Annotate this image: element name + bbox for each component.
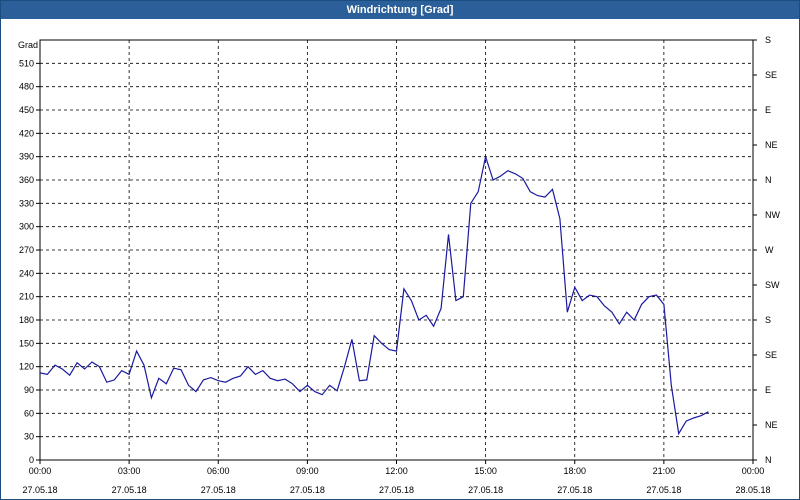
y-tick-label: 300: [19, 222, 34, 232]
x-tick-time: 09:00: [296, 466, 319, 476]
x-tick-date: 27.05.18: [646, 485, 681, 495]
x-tick-time: 00:00: [742, 466, 765, 476]
compass-label: NE: [765, 140, 778, 150]
x-tick-date: 28.05.18: [735, 485, 770, 495]
y-axis-right: N NE E SE S SW W NW N NE E SE S: [753, 35, 780, 465]
x-tick-date: 27.05.18: [201, 485, 236, 495]
compass-label: S: [765, 35, 771, 45]
compass-label: S: [765, 315, 771, 325]
y-tick-label: 0: [29, 455, 34, 465]
y-tick-label: 240: [19, 268, 34, 278]
compass-label: N: [765, 175, 772, 185]
y-tick-label: 90: [24, 385, 34, 395]
x-axis: 00:00 27.05.18 03:00 27.05.18 06:00 27.05.18 0…: [22, 460, 771, 495]
compass-label: N: [765, 455, 772, 465]
y-tick-label: 210: [19, 292, 34, 302]
y-tick-label: 480: [19, 82, 34, 92]
x-tick-date: 27.05.18: [557, 485, 592, 495]
y-axis-left: 0 30 60 90 120 150 180 210 240 270 300 330 360 390 420…: [19, 58, 40, 465]
compass-label: E: [765, 385, 771, 395]
compass-label: SW: [765, 280, 780, 290]
x-tick-date: 27.05.18: [290, 485, 325, 495]
y-tick-label: 150: [19, 338, 34, 348]
x-tick-time: 00:00: [29, 466, 52, 476]
x-tick-time: 03:00: [118, 466, 141, 476]
compass-label: E: [765, 105, 771, 115]
compass-label: SE: [765, 70, 777, 80]
y-tick-label: 330: [19, 198, 34, 208]
y-tick-label: 390: [19, 152, 34, 162]
y-tick-label: 510: [19, 58, 34, 68]
x-tick-date: 27.05.18: [379, 485, 414, 495]
x-tick-time: 21:00: [653, 466, 676, 476]
x-tick-time: 06:00: [207, 466, 230, 476]
y-tick-label: 360: [19, 175, 34, 185]
x-tick-date: 27.05.18: [22, 485, 57, 495]
compass-label: SE: [765, 350, 777, 360]
y-tick-label: 420: [19, 128, 34, 138]
x-tick-time: 12:00: [385, 466, 408, 476]
y-tick-label: 270: [19, 245, 34, 255]
compass-label: NE: [765, 420, 778, 430]
y-tick-label: 120: [19, 362, 34, 372]
y-tick-label: 450: [19, 105, 34, 115]
compass-label: NW: [765, 210, 780, 220]
y-axis-label: Grad: [18, 40, 38, 50]
wind-direction-chart: 0 30 60 90 120 150 180 210 240 270 300 330 360 390 420…: [18, 35, 780, 495]
x-tick-time: 18:00: [563, 466, 586, 476]
y-tick-label: 60: [24, 408, 34, 418]
y-tick-label: 180: [19, 315, 34, 325]
x-tick-time: 15:00: [474, 466, 497, 476]
x-tick-date: 27.05.18: [468, 485, 503, 495]
x-tick-date: 27.05.18: [112, 485, 147, 495]
compass-label: W: [765, 245, 774, 255]
y-tick-label: 30: [24, 432, 34, 442]
